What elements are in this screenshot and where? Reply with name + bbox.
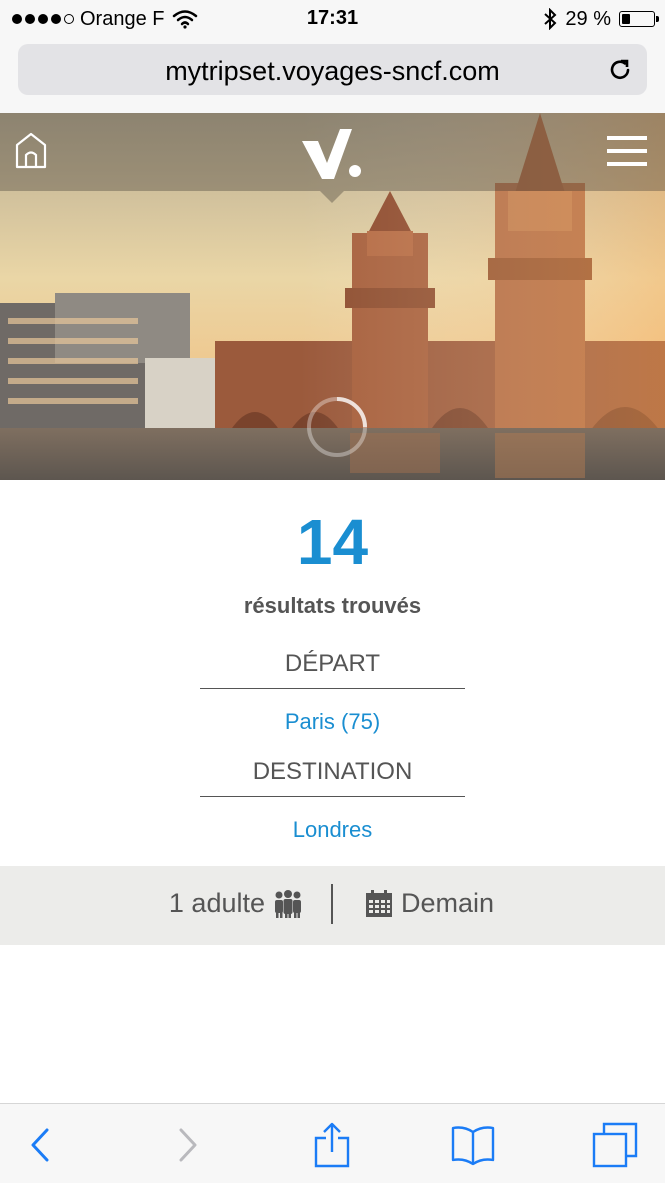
departure-label: DÉPART bbox=[200, 650, 465, 689]
status-right: 29 % bbox=[543, 7, 659, 31]
status-bar: Orange F 17:31 29 % bbox=[0, 0, 665, 38]
battery-percentage: 29 % bbox=[565, 7, 611, 30]
hero-banner bbox=[0, 113, 665, 480]
calendar-icon bbox=[366, 889, 392, 917]
back-icon[interactable] bbox=[20, 1122, 66, 1168]
forward-icon[interactable] bbox=[162, 1122, 208, 1168]
departure-value[interactable]: Paris (75) bbox=[0, 709, 665, 735]
share-icon[interactable] bbox=[309, 1122, 355, 1168]
voyages-logo[interactable] bbox=[300, 123, 364, 183]
home-icon[interactable] bbox=[14, 131, 48, 169]
header-notch bbox=[320, 191, 344, 203]
hamburger-menu-icon[interactable] bbox=[607, 135, 647, 167]
browser-toolbar bbox=[0, 1103, 665, 1183]
results-count-label: résultats trouvés bbox=[243, 593, 422, 618]
reload-icon[interactable] bbox=[607, 57, 633, 83]
destination-label: DESTINATION bbox=[200, 758, 465, 797]
people-icon bbox=[275, 889, 301, 918]
bookmarks-icon[interactable] bbox=[450, 1122, 496, 1168]
bluetooth-icon bbox=[544, 8, 557, 30]
address-bar-area: mytripset.voyages-sncf.com bbox=[0, 38, 665, 114]
results-count: 14 bbox=[296, 506, 369, 578]
date-text: Demain bbox=[401, 888, 495, 918]
url-text[interactable]: mytripset.voyages-sncf.com bbox=[18, 56, 647, 87]
info-separator bbox=[331, 884, 333, 924]
passengers-text: 1 adulte bbox=[168, 888, 265, 918]
loading-spinner-icon bbox=[307, 397, 367, 457]
destination-value[interactable]: Londres bbox=[0, 817, 665, 843]
passengers-info[interactable]: 1 adulte bbox=[169, 888, 303, 919]
battery-icon bbox=[619, 11, 659, 27]
battery-fill bbox=[622, 14, 630, 24]
date-info[interactable]: Demain bbox=[365, 888, 494, 919]
tabs-icon[interactable] bbox=[592, 1122, 638, 1168]
address-bar[interactable]: mytripset.voyages-sncf.com bbox=[18, 44, 647, 95]
trip-info-bar: 1 adulte Demain bbox=[0, 866, 665, 945]
